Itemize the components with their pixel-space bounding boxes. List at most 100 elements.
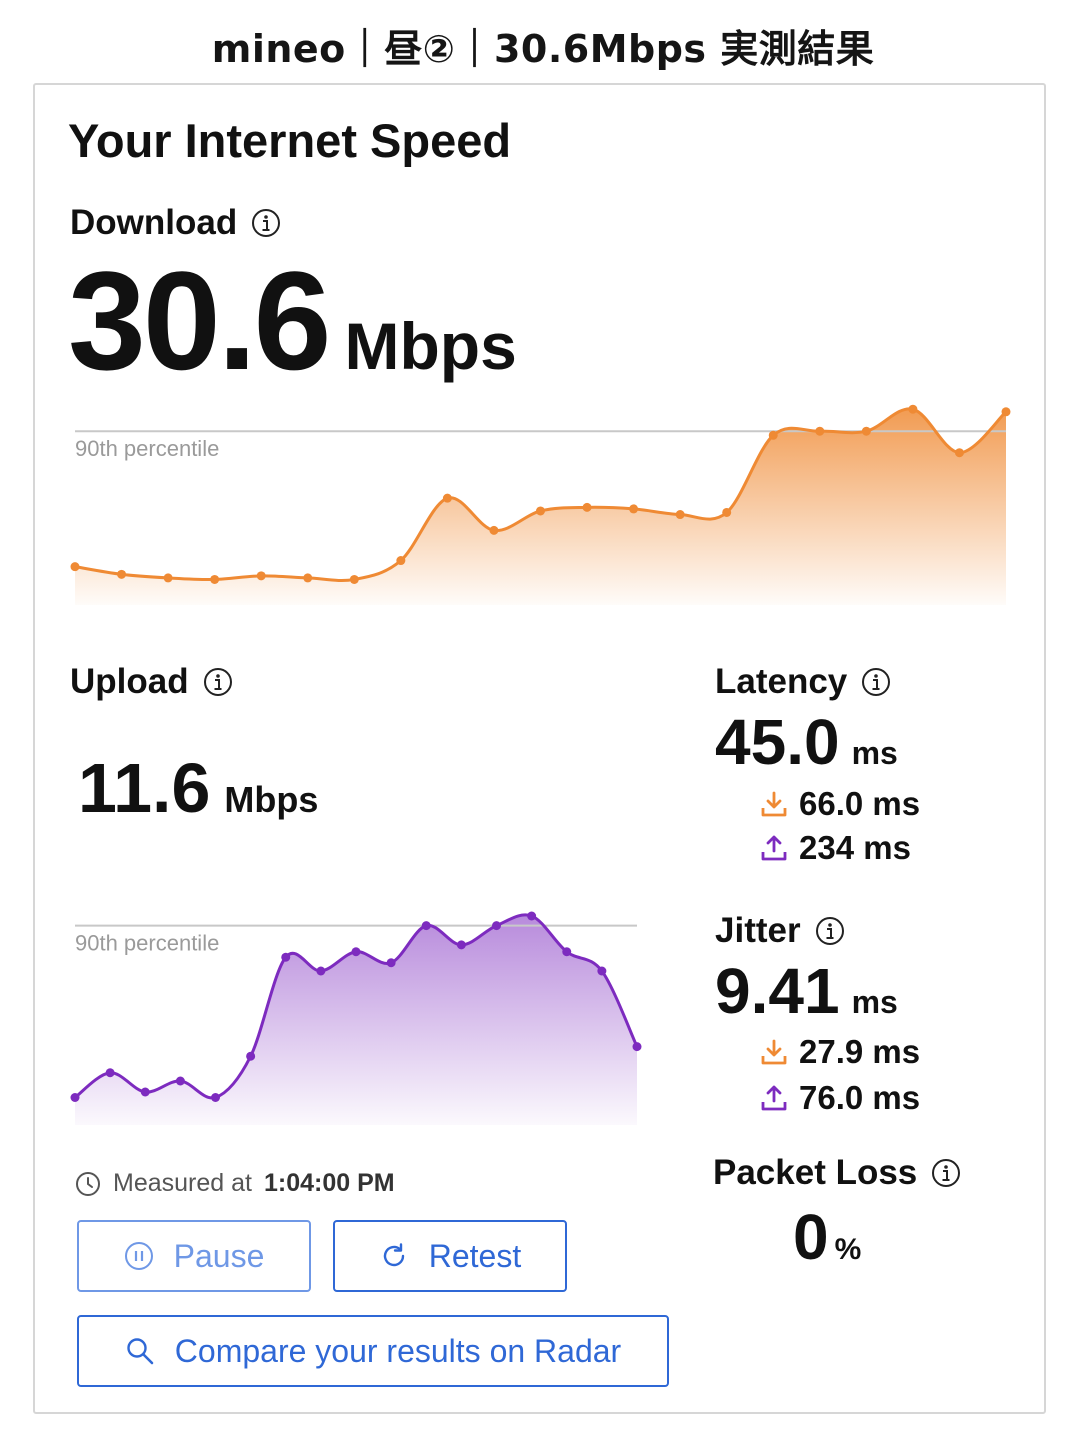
upload-chart-point <box>70 1093 80 1102</box>
download-chart-point <box>349 574 359 584</box>
upload-chart-point <box>246 1051 256 1061</box>
upload-value: 11.6 <box>78 749 211 827</box>
page-title: mineo｜昼②｜30.6Mbps 実測結果 <box>211 27 875 71</box>
latency-value-row: 45.0 ms <box>715 710 898 774</box>
jitter-upload-value: 76.0 ms <box>799 1079 921 1116</box>
upload-chart-point <box>351 947 361 957</box>
compare-button-label: Compare your results on Radar <box>174 1332 622 1369</box>
jitter-upload-row: 76.0 ms <box>761 1079 920 1117</box>
info-icon[interactable] <box>203 667 233 697</box>
download-chart-point <box>303 573 313 583</box>
packet-loss-value-row: 0 % <box>793 1205 861 1269</box>
jitter-unit: ms <box>851 984 898 1020</box>
measured-at: Measured at 1:04:00 PM <box>75 1169 395 1198</box>
download-chart-point <box>256 571 266 581</box>
upload-arrow-icon <box>761 835 787 861</box>
download-arrow-icon <box>761 1039 787 1065</box>
download-chart: 90th percentile <box>70 404 1011 605</box>
download-chart-percentile-label: 90th percentile <box>75 436 219 461</box>
download-chart-point <box>117 569 127 579</box>
latency-download-value: 66.0 ms <box>799 785 921 822</box>
upload-chart-point <box>632 1042 642 1052</box>
download-value: 30.6 <box>68 242 331 399</box>
latency-download-row: 66.0 ms <box>761 785 920 823</box>
latency-heading: Latency <box>715 662 891 702</box>
download-chart-point <box>954 448 964 458</box>
upload-chart-point <box>386 958 396 968</box>
jitter-label: Jitter <box>715 911 801 950</box>
packet-loss-heading: Packet Loss <box>713 1153 961 1193</box>
refresh-icon <box>383 1243 404 1267</box>
clock-icon <box>76 1171 100 1196</box>
retest-button-label: Retest <box>428 1237 522 1274</box>
upload-chart-point <box>140 1087 150 1097</box>
jitter-heading: Jitter <box>715 911 845 951</box>
download-chart-point <box>1001 407 1011 417</box>
upload-chart-point <box>421 921 431 931</box>
download-chart-point <box>722 507 732 517</box>
download-chart-point <box>815 426 825 436</box>
download-chart-point <box>442 493 452 503</box>
info-icon[interactable] <box>931 1158 961 1188</box>
latency-value: 45.0 <box>715 706 840 778</box>
upload-unit: Mbps <box>224 779 319 820</box>
upload-chart-point <box>316 966 326 976</box>
upload-chart: 90th percentile <box>70 911 642 1125</box>
jitter-download-value: 27.9 ms <box>799 1033 921 1070</box>
download-chart-point <box>210 574 220 584</box>
download-chart-point <box>70 562 80 572</box>
info-icon[interactable] <box>861 667 891 697</box>
pause-button[interactable]: Pause <box>77 1220 311 1292</box>
download-chart-point <box>768 430 778 440</box>
pause-icon <box>124 1242 153 1270</box>
jitter-value: 9.41 <box>715 955 840 1027</box>
upload-chart-point <box>211 1093 220 1102</box>
upload-chart-point <box>105 1068 115 1078</box>
jitter-download-row: 27.9 ms <box>761 1033 920 1071</box>
compare-radar-button[interactable]: Compare your results on Radar <box>77 1315 669 1387</box>
download-chart-point <box>396 556 406 566</box>
download-chart-point <box>489 525 499 535</box>
packet-loss-unit: % <box>834 1233 862 1266</box>
upload-chart-point <box>492 921 501 931</box>
pause-button-label: Pause <box>173 1237 265 1274</box>
upload-chart-point <box>527 911 537 921</box>
upload-chart-point <box>562 947 572 957</box>
download-chart-point <box>536 506 545 516</box>
download-chart-point <box>675 510 685 520</box>
jitter-value-row: 9.41 ms <box>715 959 898 1023</box>
download-chart-point <box>629 504 639 514</box>
speed-test-card: Your Internet Speed Download 30.6 Mbps 9… <box>33 83 1046 1414</box>
download-chart-point <box>582 502 592 512</box>
download-arrow-icon <box>761 791 787 817</box>
info-icon[interactable] <box>815 916 845 946</box>
download-chart-point <box>908 404 918 414</box>
download-heading: Download <box>70 203 281 243</box>
retest-button[interactable]: Retest <box>333 1220 567 1292</box>
upload-chart-point <box>281 952 291 962</box>
latency-unit: ms <box>851 735 898 771</box>
download-unit: Mbps <box>344 309 517 383</box>
card-title: Your Internet Speed <box>68 114 512 167</box>
upload-value-row: 11.6 Mbps <box>78 753 318 823</box>
latency-label: Latency <box>715 662 848 701</box>
search-icon <box>127 1338 154 1365</box>
download-value-row: 30.6 Mbps <box>68 251 517 391</box>
info-icon[interactable] <box>251 208 281 238</box>
download-chart-point <box>163 573 173 583</box>
upload-arrow-icon <box>761 1085 787 1111</box>
latency-upload-row: 234 ms <box>761 829 911 867</box>
upload-chart-percentile-label: 90th percentile <box>75 931 219 956</box>
packet-loss-value: 0 <box>793 1201 829 1273</box>
upload-heading: Upload <box>70 662 233 702</box>
upload-chart-point <box>175 1076 185 1086</box>
download-label: Download <box>70 203 238 242</box>
latency-upload-value: 234 ms <box>799 829 911 866</box>
upload-chart-point <box>597 966 607 976</box>
upload-chart-point <box>456 940 466 950</box>
download-chart-point <box>861 426 871 436</box>
measured-time: 1:04:00 PM <box>263 1169 395 1197</box>
upload-label: Upload <box>70 662 189 701</box>
measured-prefix: Measured at <box>113 1169 252 1197</box>
packet-loss-label: Packet Loss <box>713 1153 918 1192</box>
